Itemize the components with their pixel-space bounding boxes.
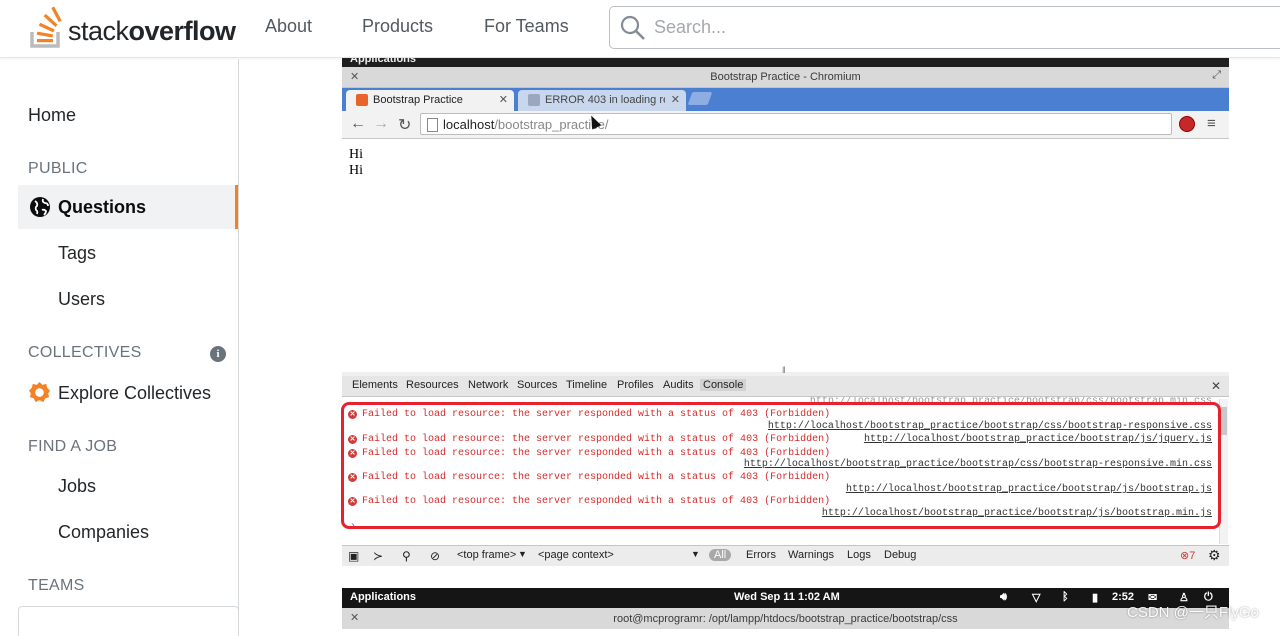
window-resize-icon[interactable]: ⤢ — [1212, 69, 1221, 82]
desktop-topbar-clipped: Applications — [342, 58, 1229, 67]
dock-icon[interactable]: ▣ — [348, 549, 359, 563]
terminal-window-title: root@mcprogramr: /opt/lampp/htdocs/boots… — [613, 613, 958, 625]
clear-console-icon[interactable]: ⊘ — [430, 549, 440, 563]
sidebar-item-home[interactable]: Home — [28, 105, 76, 126]
teams-box[interactable] — [18, 606, 239, 636]
context-selector[interactable]: <page context> — [538, 549, 614, 561]
chromium-tabbar: Bootstrap Practice ✕ ERROR 403 in loadin… — [342, 88, 1229, 111]
page-content: Hi Hi — [342, 140, 1229, 372]
url-host: localhost — [443, 117, 495, 132]
filter-errors[interactable]: Errors — [746, 549, 776, 561]
search-input[interactable]: Search... — [609, 6, 1280, 49]
browser-tab-label: Bootstrap Practice — [373, 94, 463, 106]
battery-icon[interactable]: ▮ — [1092, 591, 1098, 604]
desktop-clock: Wed Sep 11 1:02 AM — [734, 591, 840, 603]
stackoverflow-logo[interactable]: stackoverflow — [28, 6, 236, 50]
browser-tab-label: ERROR 403 in loading reso — [545, 94, 665, 106]
sidebar-heading-public: PUBLIC — [28, 160, 88, 177]
browser-tab-active[interactable]: Bootstrap Practice ✕ — [346, 90, 514, 111]
sidebar-item-explore-collectives-label: Explore Collectives — [58, 383, 212, 403]
info-icon[interactable]: i — [210, 346, 226, 362]
volume-icon[interactable]: 🔊︎ — [1000, 591, 1007, 604]
chevron-down-icon: ▼ — [518, 549, 527, 559]
back-icon[interactable]: ← — [350, 115, 366, 133]
reload-icon[interactable]: ↻ — [398, 115, 411, 135]
devtools-tab-elements[interactable]: Elements — [352, 379, 398, 391]
devtools-tab-network[interactable]: Network — [468, 379, 508, 391]
settings-gear-icon[interactable]: ⚙ — [1208, 547, 1221, 564]
page-text-line: Hi — [349, 163, 363, 178]
extension-icon[interactable] — [1179, 116, 1195, 132]
console-statusbar: ▣ ≻ ⚲ ⊘ <top frame> ▼ <page context> ▼ A… — [342, 545, 1229, 566]
filter-debug[interactable]: Debug — [884, 549, 916, 561]
logo-wordmark: stackoverflow — [68, 16, 236, 46]
watermark: CSDN @一只FlyGo — [1127, 604, 1259, 621]
tab-close-icon[interactable]: ✕ — [499, 93, 508, 106]
nav-about[interactable]: About — [265, 16, 312, 37]
wifi-icon[interactable]: ▽ — [1032, 591, 1040, 604]
page-icon — [427, 118, 438, 132]
error-count-badge[interactable]: ⊗7 — [1180, 549, 1195, 562]
search-icon[interactable]: ⚲ — [402, 549, 411, 563]
devtools-tab-timeline[interactable]: Timeline — [566, 379, 607, 391]
search-placeholder: Search... — [654, 17, 727, 37]
applications-menu[interactable]: Applications — [350, 591, 416, 603]
chromium-titlebar: ✕ Bootstrap Practice - Chromium ⤢ — [342, 67, 1229, 88]
desktop-apps-clipped: Applications — [350, 58, 417, 65]
filter-all[interactable]: All — [709, 549, 732, 561]
sidebar-item-questions[interactable]: Questions — [18, 185, 238, 229]
devtools-tab-console[interactable]: Console — [700, 379, 747, 391]
globe-icon — [30, 197, 50, 217]
tab-close-icon[interactable]: ✕ — [671, 93, 680, 106]
search-icon — [620, 15, 645, 40]
sidebar-item-companies[interactable]: Companies — [58, 522, 149, 543]
frame-selector[interactable]: <top frame> — [457, 549, 516, 561]
filter-logs[interactable]: Logs — [847, 549, 871, 561]
chevron-down-icon: ▼ — [691, 549, 700, 559]
sidebar-heading-teams: TEAMS — [28, 577, 85, 594]
sidebar-heading-find-job: FIND A JOB — [28, 438, 118, 455]
chromium-window-title: Bootstrap Practice - Chromium — [710, 71, 861, 83]
sidebar-item-tags[interactable]: Tags — [58, 243, 96, 264]
terminal-titlebar: ✕ root@mcprogramr: /opt/lampp/htdocs/boo… — [342, 608, 1229, 629]
error-count: 7 — [1189, 550, 1196, 562]
devtools-tab-profiles[interactable]: Profiles — [617, 379, 654, 391]
sidebar-item-jobs[interactable]: Jobs — [58, 476, 96, 497]
sidebar-item-questions-label: Questions — [58, 197, 147, 217]
filter-warnings[interactable]: Warnings — [788, 549, 834, 561]
stack-logo-icon — [30, 6, 62, 48]
error-highlight-box — [341, 402, 1221, 529]
tab-favicon-icon — [356, 94, 368, 106]
devtools-tab-sources[interactable]: Sources — [517, 379, 557, 391]
devtools-close-icon[interactable]: ✕ — [1211, 379, 1221, 393]
sidebar-item-users[interactable]: Users — [58, 289, 105, 310]
nav-products[interactable]: Products — [362, 16, 433, 37]
devtools-tab-audits[interactable]: Audits — [663, 379, 694, 391]
tab-favicon-icon — [528, 94, 540, 106]
devtools-tabbar: Elements Resources Network Sources Timel… — [342, 376, 1229, 397]
drag-handle-icon[interactable]: ‖ — [782, 365, 786, 375]
show-drawer-icon[interactable]: ≻ — [373, 549, 383, 563]
desktop-topbar: Applications Wed Sep 11 1:02 AM 🔊︎ ▽ ᛒ ▮… — [342, 588, 1229, 608]
page-text-line: Hi — [349, 147, 363, 162]
menu-icon[interactable]: ≡ — [1207, 115, 1216, 132]
collectives-icon — [28, 381, 51, 403]
sidebar-heading-collectives: COLLECTIVES — [28, 344, 142, 361]
forward-icon[interactable]: → — [373, 115, 389, 133]
browser-tab[interactable]: ERROR 403 in loading reso ✕ — [518, 90, 686, 111]
devtools-tab-resources[interactable]: Resources — [406, 379, 459, 391]
bluetooth-icon[interactable]: ᛒ — [1062, 591, 1069, 603]
nav-for-teams[interactable]: For Teams — [484, 16, 569, 37]
address-bar[interactable]: localhost/bootstrap_practice/ — [420, 113, 1172, 135]
